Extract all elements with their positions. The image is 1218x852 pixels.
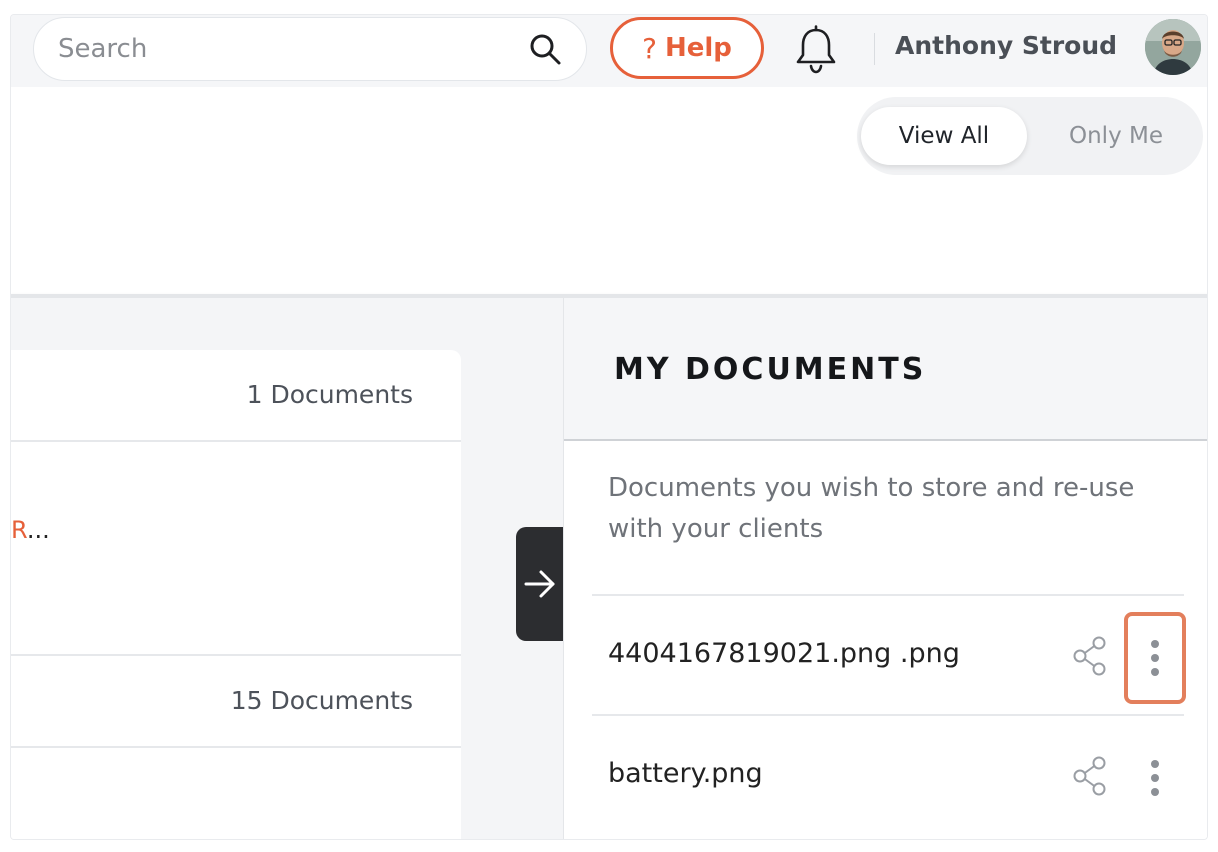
group-document-count: 15 Documents [230, 686, 413, 715]
view-all-option[interactable]: View All [861, 107, 1027, 165]
top-bar: ? Help Anthony Stroud [11, 15, 1207, 87]
documents-groups-area: 1 Documents R... 15 Documents [11, 298, 563, 839]
document-row[interactable]: battery.png [592, 714, 1184, 834]
only-me-option[interactable]: Only Me [1041, 107, 1191, 165]
document-name[interactable]: 4404167819021.png .png [608, 638, 960, 669]
document-name[interactable]: battery.png [608, 758, 763, 789]
app-frame: ? Help Anthony Stroud View All O [10, 14, 1208, 840]
help-button[interactable]: ? Help [610, 17, 764, 79]
view-filter-toggle: View All Only Me [857, 97, 1203, 175]
panel-title: MY DOCUMENTS [614, 352, 927, 387]
more-options-button[interactable] [1124, 612, 1186, 704]
document-groups-card: 1 Documents R... 15 Documents [11, 350, 461, 839]
panel-header: MY DOCUMENTS [564, 298, 1207, 441]
search-input[interactable] [58, 34, 528, 64]
group-header-row[interactable]: 1 Documents [11, 350, 461, 442]
avatar-image [1145, 19, 1201, 75]
share-icon[interactable] [1072, 756, 1108, 796]
document-row[interactable]: 4404167819021.png .png [592, 594, 1186, 714]
group-document-count: 1 Documents [246, 380, 413, 409]
more-vertical-icon [1151, 640, 1159, 676]
group-header-row[interactable]: 15 Documents [11, 656, 461, 748]
search-icon[interactable] [528, 32, 562, 66]
search-box[interactable] [33, 17, 587, 81]
my-documents-panel: MY DOCUMENTS Documents you wish to store… [563, 298, 1207, 839]
bell-icon[interactable] [794, 25, 838, 75]
avatar[interactable] [1145, 19, 1201, 75]
header-divider [874, 33, 875, 65]
more-vertical-icon [1151, 760, 1159, 796]
group-item-snippet: R... [11, 516, 50, 544]
more-options-button[interactable] [1124, 732, 1186, 824]
arrow-right-icon [524, 570, 554, 598]
collapse-panel-button[interactable] [516, 527, 563, 641]
group-item-row[interactable]: R... [11, 442, 461, 656]
help-label: Help [664, 33, 732, 63]
question-mark-icon: ? [642, 31, 657, 65]
share-icon[interactable] [1072, 636, 1108, 676]
user-name[interactable]: Anthony Stroud [895, 31, 1117, 60]
panel-description: Documents you wish to store and re-use w… [608, 473, 1135, 544]
